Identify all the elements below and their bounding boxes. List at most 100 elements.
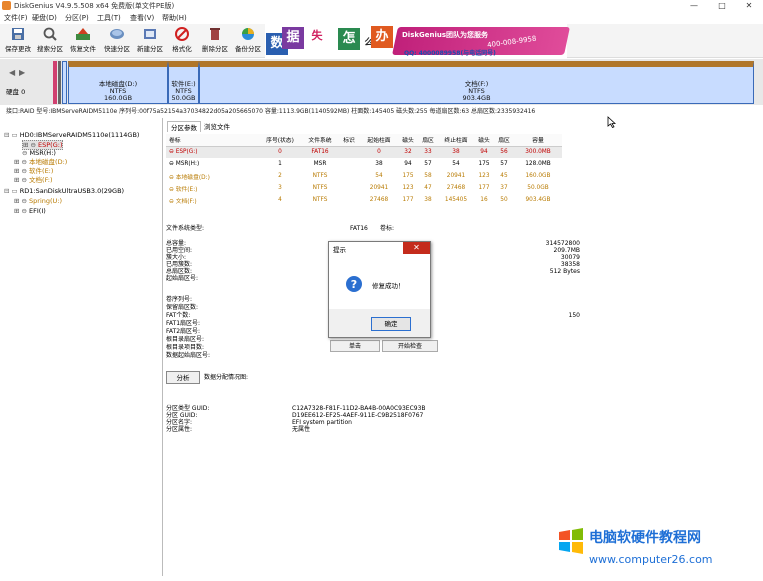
table-row[interactable]: ⊖ ESP(G:) 0 FAT16 0 32 33 38 94 56 300.0… (166, 146, 562, 158)
banner-char: 办 (371, 26, 393, 48)
dialog-message: 修复成功！ (372, 282, 405, 290)
delete-partition-button[interactable]: 删除分区 (200, 26, 230, 56)
col-header[interactable]: 序号(状态) (258, 134, 302, 147)
watermark-title: 电脑软硬件教程网 (589, 530, 701, 546)
detail-label: 根目录扇区号: (166, 336, 205, 343)
disk-icon (110, 29, 124, 39)
detail-label: 保留扇区数: (166, 304, 199, 311)
detail-label: FAT个数: (166, 312, 191, 319)
quick-partition-button[interactable]: 快速分区 (102, 26, 132, 56)
hidden-button[interactable]: 单击 (330, 340, 380, 352)
table-row[interactable]: ⊖ MSR(H:) 1 MSR 38 94 57 54 175 57 128.0… (166, 158, 562, 170)
cell: FAT16 (302, 146, 338, 158)
detail-label: 已用簇数: (166, 261, 193, 268)
tree-partition-msr[interactable]: ⊖ MSR(H:) (22, 149, 56, 157)
col-header[interactable]: 起始柱面 (360, 134, 398, 147)
col-header[interactable]: 卷标 (166, 134, 258, 147)
cell: 37 (500, 185, 508, 191)
menu-file[interactable]: 文件(F) (4, 13, 28, 23)
next-disk-arrow[interactable]: ▶ (19, 68, 25, 77)
tree-partition-efi[interactable]: ⊞ ⊖ EFI(I) (14, 207, 46, 215)
cell: 20941 (369, 185, 389, 191)
save-changes-button[interactable]: 保存更改 (3, 26, 33, 56)
guid-value: 无属性 (292, 426, 311, 433)
col-header[interactable]: 标识 (338, 134, 360, 147)
dialog-close-button[interactable]: ✕ (403, 242, 430, 254)
col-header[interactable]: 扇区 (494, 134, 514, 147)
analyze-button[interactable]: 分析 (166, 371, 200, 384)
partition-d-block[interactable]: 本地磁盘(D:) NTFS 160.0GB (68, 61, 168, 104)
ok-button[interactable]: 确定 (371, 317, 411, 331)
fs-type-value: FAT16 (350, 225, 368, 232)
partition-esp-bar[interactable] (53, 61, 57, 104)
detail-value: 512 Bytes (549, 268, 580, 275)
cell: 38 (375, 161, 383, 167)
cell: NTFS (312, 197, 328, 203)
cell: 54 (375, 173, 383, 179)
partition-gap (62, 61, 67, 104)
partition-msr-bar[interactable] (58, 61, 61, 104)
app-icon (2, 1, 11, 10)
banner-char: 据 (282, 27, 304, 49)
close-button[interactable]: ✕ (735, 0, 763, 12)
menu-help[interactable]: 帮助(H) (162, 13, 187, 23)
prev-disk-arrow[interactable]: ◀ (9, 68, 15, 77)
col-header[interactable]: 文件系统 (302, 134, 338, 147)
detail-label: 已用空间: (166, 247, 193, 254)
question-icon: ? (346, 276, 362, 292)
cell: 175 (478, 161, 490, 167)
cell: 56 (494, 146, 514, 158)
save-icon (12, 28, 24, 40)
cell: 54 (452, 161, 460, 167)
cell: 903.4GB (525, 197, 551, 203)
tree-disk-0[interactable]: ⊟ ▭ HD0:IBMServeRAIDM5110e(1114GB) (4, 131, 139, 139)
cell: 33 (418, 146, 438, 158)
col-header[interactable]: 扇区 (418, 134, 438, 147)
cell: ⊖ ESP(G:) (166, 146, 258, 158)
partition-e-block[interactable]: 软件(E:) NTFS 50.0GB (168, 61, 199, 104)
col-header[interactable]: 磁头 (398, 134, 418, 147)
table-row[interactable]: ⊖ 本地磁盘(D:) 2 NTFS 54 175 58 20941 123 45… (166, 170, 562, 182)
detail-value: 314572800 (545, 240, 580, 247)
tree-partition-d[interactable]: ⊞ ⊖ 本地磁盘(D:) (14, 158, 67, 166)
banner-char: 失 (306, 25, 328, 47)
cell (338, 158, 360, 170)
table-row[interactable]: ⊖ 文档(F:) 4 NTFS 27468 177 38 145405 16 5… (166, 194, 562, 206)
format-button[interactable]: 格式化 (167, 26, 197, 56)
col-header[interactable]: 磁头 (474, 134, 494, 147)
cell: 50 (500, 197, 508, 203)
new-partition-button[interactable]: 新建分区 (135, 26, 165, 56)
cell (338, 194, 360, 206)
tab-browse-files[interactable]: 浏览文件 (204, 121, 230, 131)
minimize-button[interactable]: — (680, 0, 708, 12)
menu-disk[interactable]: 硬盘(D) (32, 13, 57, 23)
cell: 175 (402, 173, 414, 179)
tree-partition-spring[interactable]: ⊞ ⊖ Spring(U:) (14, 197, 62, 205)
tree-partition-f[interactable]: ⊞ ⊖ 文档(F:) (14, 176, 53, 184)
cell: 27468 (369, 197, 389, 203)
tree-disk-1[interactable]: ⊟ ▭ RD1:SanDiskUltraUSB3.0(29GB) (4, 187, 124, 195)
menu-tools[interactable]: 工具(T) (97, 13, 121, 23)
menu-view[interactable]: 查看(V) (130, 13, 154, 23)
col-header[interactable]: 容量 (514, 134, 562, 147)
backup-partition-button[interactable]: 备份分区 (233, 26, 263, 56)
cell: 0 (360, 146, 398, 158)
maximize-button[interactable]: □ (708, 0, 736, 12)
menu-partition[interactable]: 分区(P) (65, 13, 89, 23)
cell: 38 (424, 197, 432, 203)
hidden-button[interactable]: 开始检查 (382, 340, 438, 352)
cell: 58 (424, 173, 432, 179)
cell: ⊖ 软件(E:) (169, 186, 198, 193)
recover-files-button[interactable]: 恢复文件 (68, 26, 98, 56)
guid-value: D19EE612-EF25-4AEF-911E-C9B2518F0767 (292, 412, 424, 419)
col-header[interactable]: 终止柱面 (438, 134, 474, 147)
table-row[interactable]: ⊖ 软件(E:) 3 NTFS 20941 123 47 27468 177 3… (166, 182, 562, 194)
tab-partition-params[interactable]: 分区参数 (167, 121, 201, 132)
detail-label: 总扇区数: (166, 268, 193, 275)
partition-f-block[interactable]: 文档(F:) NTFS 903.4GB (199, 61, 754, 104)
cell: 177 (478, 185, 490, 191)
detail-value: 30079 (560, 254, 580, 261)
mouse-cursor-icon (607, 116, 617, 128)
tree-partition-e[interactable]: ⊞ ⊖ 软件(E:) (14, 167, 53, 175)
search-partition-button[interactable]: 搜索分区 (35, 26, 65, 56)
